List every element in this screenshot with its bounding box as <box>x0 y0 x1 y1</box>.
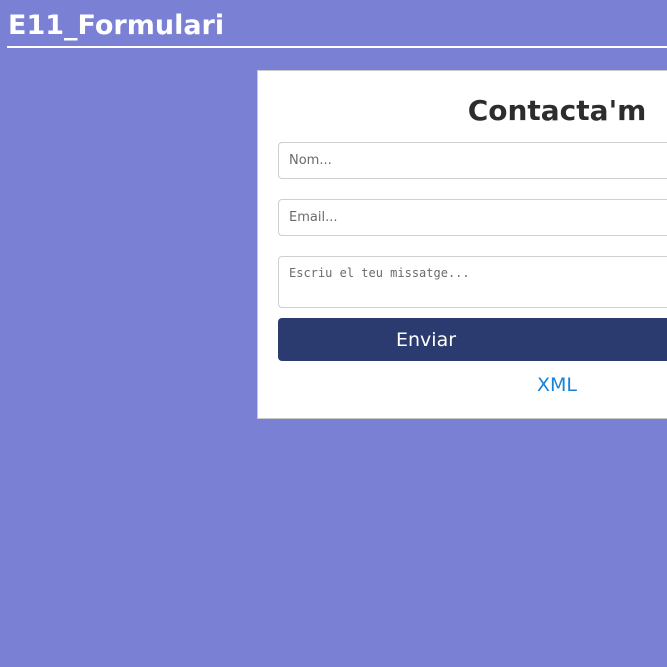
page-title: E11_Formulari <box>8 10 225 41</box>
name-input[interactable] <box>278 142 667 179</box>
page-header: E11_Formulari <box>7 0 667 48</box>
submit-button[interactable]: Enviar <box>278 318 667 361</box>
message-textarea[interactable] <box>278 256 667 308</box>
contact-form-card: Contacta'm Enviar XML <box>257 70 667 419</box>
email-input[interactable] <box>278 199 667 236</box>
xml-link[interactable]: XML <box>537 371 577 399</box>
form-title: Contacta'm <box>467 94 647 127</box>
